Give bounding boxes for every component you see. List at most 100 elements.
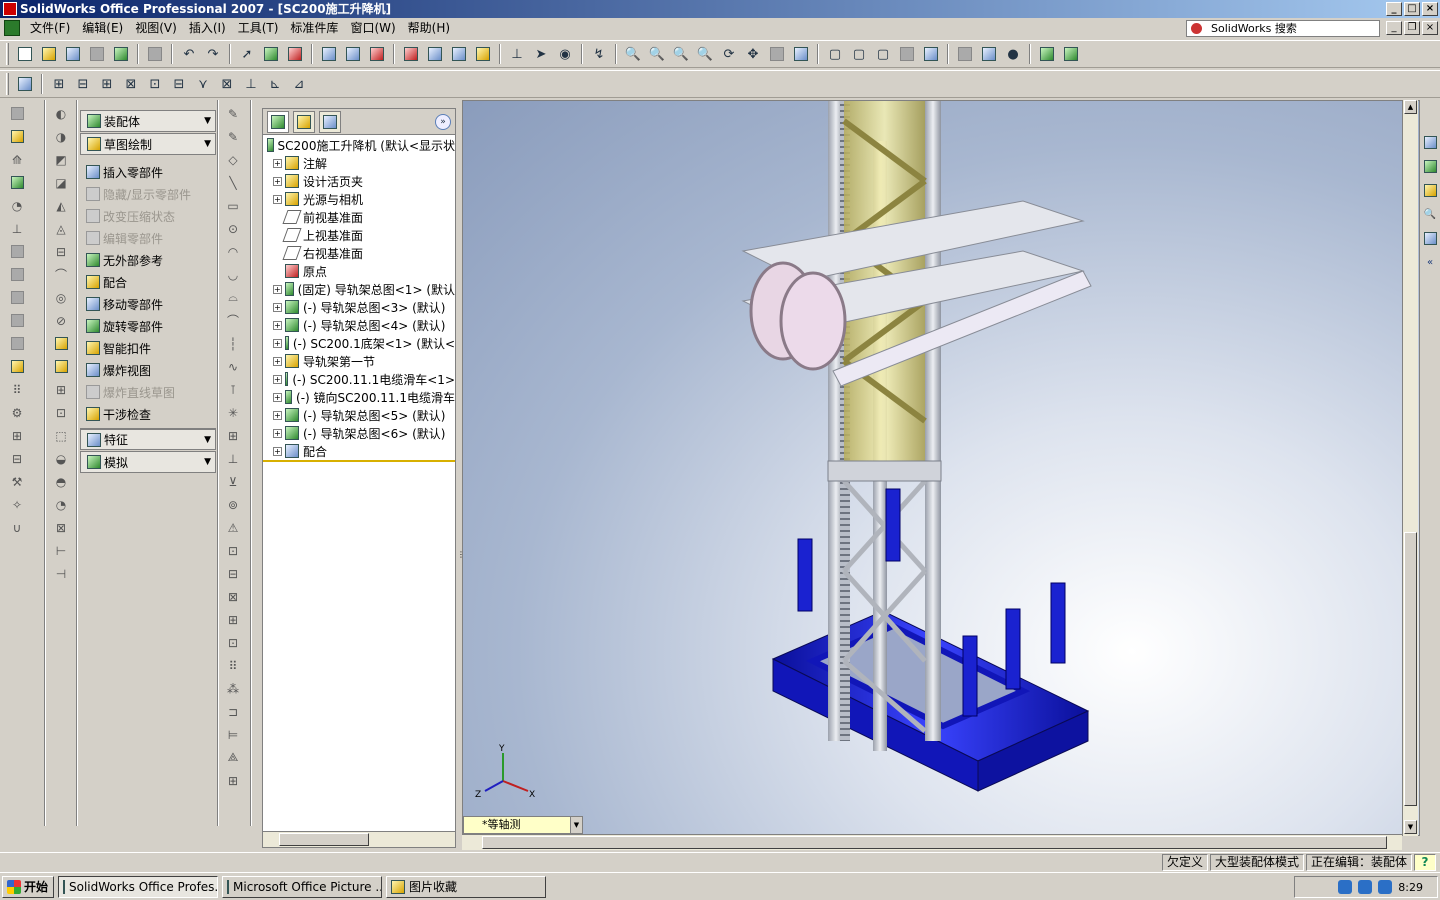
tree-item-annotations[interactable]: + 注解 <box>263 154 455 172</box>
tree-item-design-binder[interactable]: + 设计活页夹 <box>263 172 455 190</box>
measure-icon[interactable]: ⊥ <box>507 44 527 64</box>
taskbar-solidworks-button[interactable]: SolidWorks Office Profes... <box>58 875 218 898</box>
taskbar-picture-manager-button[interactable]: Microsoft Office Picture ... <box>222 875 382 898</box>
offset-icon[interactable]: ⊥ <box>224 450 242 468</box>
graphics-area[interactable]: Y X Z <box>462 100 1420 836</box>
intersect-icon[interactable]: ⊟ <box>224 565 242 583</box>
ref-composite-icon[interactable]: ⊾ <box>265 74 285 94</box>
wireframe-icon[interactable]: ▢ <box>825 44 845 64</box>
assembly-tool-16-icon[interactable]: ⊟ <box>8 450 26 468</box>
standard-views-icon[interactable] <box>791 44 811 64</box>
doc-restore-button[interactable]: ❐ <box>1404 21 1420 35</box>
tree-item-rail-frame-1[interactable]: + (固定) 导轨架总图<1> (默认 <box>263 280 455 298</box>
command-assembly-tab[interactable]: 装配体 ▼ <box>80 110 216 132</box>
spline-icon[interactable]: ∿ <box>224 358 242 376</box>
3d-sketch-icon[interactable]: ✎ <box>224 128 242 146</box>
expand-icon[interactable]: + <box>273 428 282 438</box>
expand-icon[interactable]: + <box>273 284 282 294</box>
feature-tool-10-icon[interactable]: ⊘ <box>52 312 70 330</box>
circle-icon[interactable]: ⊙ <box>224 220 242 238</box>
scroll-up-icon[interactable]: ▲ <box>1404 100 1417 114</box>
command-insert-component-button[interactable]: 插入零部件 <box>80 161 216 183</box>
feature-tool-8-icon[interactable]: ⌒ <box>52 266 70 284</box>
ref-axis-icon[interactable]: ⊟ <box>73 74 93 94</box>
tree-item-mirror-cable-trolley[interactable]: + (-) 镜向SC200.11.1电缆滑车 <box>263 388 455 406</box>
realview-icon[interactable]: ● <box>1003 44 1023 64</box>
addins-icon[interactable] <box>1061 44 1081 64</box>
feature-tool-1-icon[interactable]: ◐ <box>52 105 70 123</box>
arc-center-icon[interactable]: ⌓ <box>224 289 242 307</box>
feature-tool-6-icon[interactable]: ◬ <box>52 220 70 238</box>
section-icon[interactable]: ◉ <box>555 44 575 64</box>
zoom-selection-icon[interactable]: 🔍 <box>695 44 715 64</box>
home-icon[interactable] <box>1422 134 1438 150</box>
chevron-down-icon[interactable]: ▼ <box>570 817 582 833</box>
tree-root-assembly[interactable]: SC200施工升降机 (默认<显示状 <box>263 136 455 154</box>
previous-view-icon[interactable]: ↯ <box>589 44 609 64</box>
solidworks-logo-icon[interactable] <box>4 20 20 36</box>
expand-icon[interactable]: + <box>273 356 282 366</box>
expand-icon[interactable]: + <box>273 392 282 402</box>
chevron-down-icon[interactable]: ▼ <box>204 139 211 149</box>
mass-props-icon[interactable]: ➤ <box>531 44 551 64</box>
open-icon[interactable] <box>39 44 59 64</box>
expand-icon[interactable]: + <box>273 320 282 330</box>
minimize-button[interactable]: _ <box>1386 2 1402 16</box>
resources-icon[interactable] <box>1422 158 1438 174</box>
line-icon[interactable]: ╲ <box>224 174 242 192</box>
tree-item-rail-frame-4[interactable]: + (-) 导轨架总图<4> (默认) <box>263 316 455 334</box>
jog-icon[interactable]: ⊐ <box>224 703 242 721</box>
menu-file[interactable]: 文件(F) <box>24 18 76 38</box>
repair-sketch-icon[interactable]: ⊞ <box>224 772 242 790</box>
make-drawing-icon[interactable] <box>111 44 131 64</box>
command-exploded-view-button[interactable]: 爆炸视图 <box>80 359 216 381</box>
plane-icon[interactable]: ⊞ <box>224 427 242 445</box>
move-entities-icon[interactable]: ⊠ <box>224 588 242 606</box>
feature-tool-19-icon[interactable]: ⊠ <box>52 519 70 537</box>
expand-icon[interactable]: + <box>273 374 282 384</box>
assembly-tool-13-icon[interactable]: ⠿ <box>8 381 26 399</box>
perspective-icon[interactable] <box>979 44 999 64</box>
undo-icon[interactable]: ↶ <box>179 44 199 64</box>
collapse-icon[interactable]: « <box>1422 254 1438 270</box>
assembly-tool-5-icon[interactable]: ◔ <box>8 197 26 215</box>
tree-item-right-plane[interactable]: 右视基准面 <box>263 244 455 262</box>
ref-helix-icon[interactable]: ⊠ <box>217 74 237 94</box>
expand-icon[interactable]: + <box>273 176 282 186</box>
view-orientation-select[interactable]: *等轴测 ▼ <box>463 816 583 834</box>
arc-tangent-icon[interactable]: ◡ <box>224 266 242 284</box>
ref-coord-icon[interactable]: ⊞ <box>97 74 117 94</box>
feature-tool-7-icon[interactable]: ⊟ <box>52 243 70 261</box>
tree-item-origin[interactable]: 原点 <box>263 262 455 280</box>
feature-tool-14-icon[interactable]: ⊡ <box>52 404 70 422</box>
scroll-down-icon[interactable]: ▼ <box>1404 820 1417 834</box>
assembly-tool-14-icon[interactable]: ⚙ <box>8 404 26 422</box>
keyboard-icon[interactable] <box>1338 880 1353 894</box>
doc-close-button[interactable]: × <box>1422 21 1438 35</box>
assembly-tool-19-icon[interactable]: ∪ <box>8 519 26 537</box>
assembly-tool-17-icon[interactable]: ⚒ <box>8 473 26 491</box>
search-icon[interactable]: 🔍 <box>1422 206 1438 222</box>
tree-horizontal-scrollbar[interactable] <box>263 831 455 847</box>
relation-icon[interactable]: ⚠ <box>224 519 242 537</box>
scroll-thumb[interactable] <box>1404 532 1417 806</box>
tree-item-rail-first-section[interactable]: + 导轨架第一节 <box>263 352 455 370</box>
trim-icon[interactable]: ⊚ <box>224 496 242 514</box>
splitter-handle[interactable]: ⋮ <box>457 550 465 580</box>
command-simulation-tab[interactable]: 模拟 ▼ <box>80 451 216 473</box>
configuration-manager-tab[interactable] <box>319 110 341 133</box>
menu-tools[interactable]: 工具(T) <box>232 18 285 38</box>
pan-icon[interactable]: ✥ <box>743 44 763 64</box>
assembly-tool-18-icon[interactable]: ✧ <box>8 496 26 514</box>
feature-tool-13-icon[interactable]: ⊞ <box>52 381 70 399</box>
command-mate-button[interactable]: 配合 <box>80 271 216 293</box>
command-rotate-component-button[interactable]: 旋转零部件 <box>80 315 216 337</box>
chevron-down-icon[interactable]: ▼ <box>204 116 211 126</box>
rebuild-icon[interactable] <box>261 44 281 64</box>
command-move-component-button[interactable]: 移动零部件 <box>80 293 216 315</box>
chevron-down-icon[interactable]: ▼ <box>204 435 211 445</box>
save-icon[interactable] <box>63 44 83 64</box>
menu-help[interactable]: 帮助(H) <box>402 18 456 38</box>
menu-edit[interactable]: 编辑(E) <box>76 18 129 38</box>
tree-item-rail-frame-6[interactable]: + (-) 导轨架总图<6> (默认) <box>263 424 455 442</box>
